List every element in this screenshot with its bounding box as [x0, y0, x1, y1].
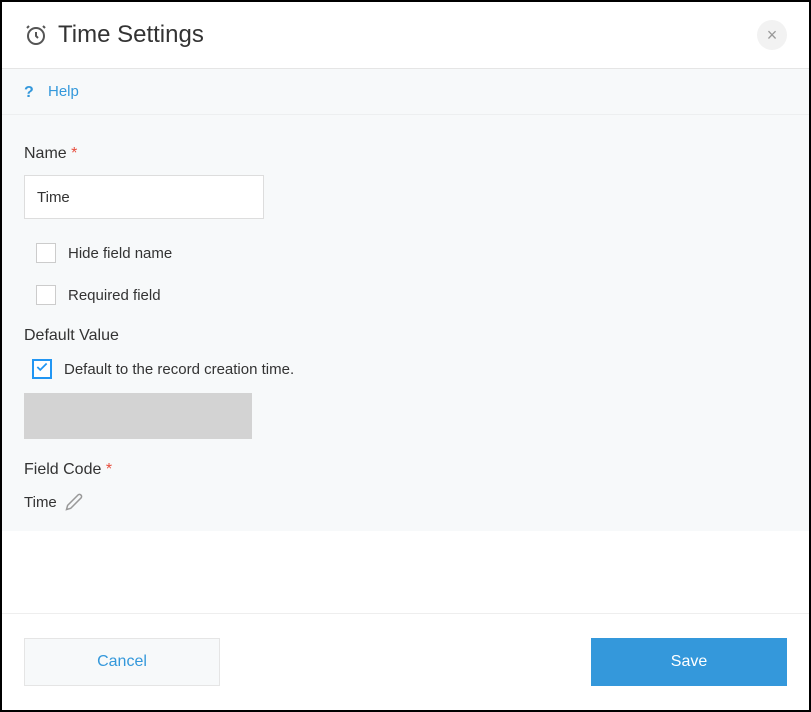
default-creation-time-checkbox[interactable] — [32, 359, 52, 379]
help-link[interactable]: Help — [48, 83, 79, 100]
dialog-footer: Cancel Save — [2, 613, 809, 710]
default-value-label: Default Value — [24, 327, 787, 345]
close-button[interactable]: × — [757, 20, 787, 50]
close-icon: × — [767, 25, 778, 46]
required-asterisk: * — [71, 145, 77, 162]
default-creation-time-label: Default to the record creation time. — [64, 361, 294, 378]
help-icon: ? — [24, 84, 40, 100]
hide-field-row[interactable]: Hide field name — [24, 243, 787, 263]
hide-field-checkbox[interactable] — [36, 243, 56, 263]
cancel-button[interactable]: Cancel — [24, 638, 220, 686]
default-creation-time-row[interactable]: Default to the record creation time. — [24, 359, 787, 379]
dialog-body: Name * Hide field name Required field De… — [2, 115, 809, 531]
save-button[interactable]: Save — [591, 638, 787, 686]
required-field-checkbox[interactable] — [36, 285, 56, 305]
required-asterisk: * — [106, 461, 112, 478]
field-code-row: Time — [24, 493, 787, 511]
edit-icon[interactable] — [65, 493, 83, 511]
check-icon — [35, 360, 49, 379]
required-field-label: Required field — [68, 287, 161, 304]
hide-field-label: Hide field name — [68, 245, 172, 262]
clock-icon — [24, 23, 48, 47]
name-input[interactable] — [24, 175, 264, 219]
field-code-value: Time — [24, 494, 57, 511]
dialog-header: Time Settings × — [2, 2, 809, 69]
field-code-label: Field Code * — [24, 461, 787, 479]
name-label: Name * — [24, 145, 787, 163]
help-bar[interactable]: ? Help — [2, 69, 809, 115]
required-field-row[interactable]: Required field — [24, 285, 787, 305]
dialog-title: Time Settings — [58, 21, 757, 49]
default-value-input-disabled — [24, 393, 252, 439]
